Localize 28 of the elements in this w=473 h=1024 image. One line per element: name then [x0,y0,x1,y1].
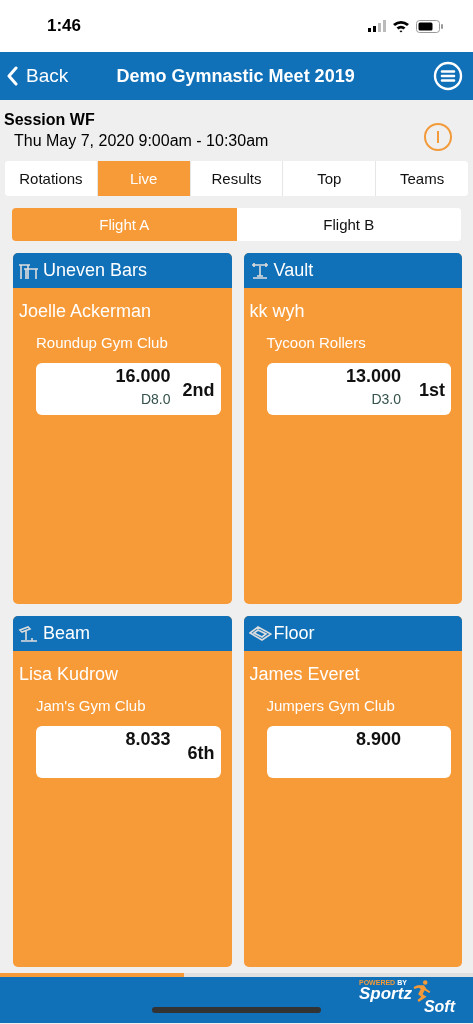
athlete-name: kk wyh [249,301,306,322]
event-name: Uneven Bars [43,260,148,281]
club-name: Jumpers Gym Club [266,697,396,714]
score-value: 13.000 [344,366,401,387]
club-name: Tycoon Rollers [266,334,367,351]
athlete-name: James Everet [249,664,361,685]
session-time: Thu May 7, 2020 9:00am - 10:30am [14,132,270,150]
session-name: Session WF [4,111,96,129]
score-value: 8.900 [354,729,401,750]
difficulty-value: D8.0 [139,391,171,407]
rank-label: 6th [186,743,215,764]
club-name: Roundup Gym Club [36,334,169,351]
athlete-name: Joelle Ackerman [19,301,153,322]
event-name: Vault [273,260,314,281]
brand-name: Sportz [359,986,412,1002]
rank-label: 2nd [181,380,215,401]
event-name: Floor [273,623,315,644]
status-time: 1:46 [47,16,82,36]
rank-label: 1st [418,380,445,401]
header-title: Demo Gymnastic Meet 2019 [115,65,356,87]
score-value: 16.000 [114,366,171,387]
brand-name: Soft [422,1000,457,1014]
score-value: 8.033 [124,729,171,750]
back-button[interactable]: Back [5,61,71,91]
event-name: Beam [43,623,91,644]
difficulty-value: D3.0 [370,391,401,407]
athlete-name: Lisa Kudrow [19,664,120,685]
club-name: Jam's Gym Club [36,697,147,714]
